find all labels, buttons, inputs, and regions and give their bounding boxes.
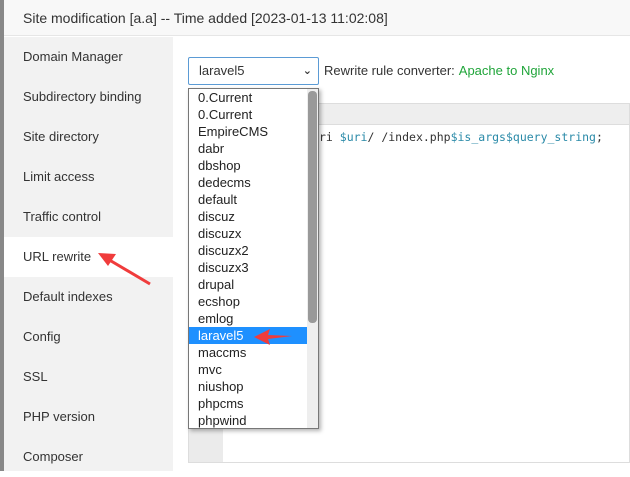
dropdown-option[interactable]: dabr [189, 140, 318, 157]
sidebar-item-domain-manager[interactable]: Domain Manager [4, 37, 173, 77]
annotation-arrow-icon [254, 329, 292, 345]
dropdown-option[interactable]: dedecms [189, 174, 318, 191]
apache-to-nginx-link[interactable]: Apache to Nginx [459, 63, 554, 78]
dropdown-option[interactable]: EmpireCMS [189, 123, 318, 140]
chevron-down-icon: ⌄ [302, 65, 312, 77]
rewrite-options-dropdown[interactable]: 0.Current 0.Current EmpireCMS dabr dbshop ded… [188, 88, 319, 429]
dropdown-option[interactable]: discuzx2 [189, 242, 318, 259]
rewrite-converter: Rewrite rule converter: Apache to Nginx [324, 57, 554, 85]
dropdown-option[interactable]: discuzx3 [189, 259, 318, 276]
annotation-arrow-icon [98, 253, 151, 286]
sidebar-item-traffic-control[interactable]: Traffic control [4, 197, 173, 237]
dropdown-option[interactable]: default [189, 191, 318, 208]
dropdown-option[interactable]: niushop [189, 378, 318, 395]
rewrite-template-select[interactable]: laravel5 ⌄ [188, 57, 319, 85]
sidebar-item-site-directory[interactable]: Site directory [4, 117, 173, 157]
dropdown-option[interactable]: phpcms [189, 395, 318, 412]
dropdown-option[interactable]: dbshop [189, 157, 318, 174]
sidebar-item-composer[interactable]: Composer [4, 437, 173, 477]
dropdown-option[interactable]: discuzx [189, 225, 318, 242]
dropdown-option[interactable]: 0.Current [189, 89, 318, 106]
dropdown-option[interactable]: maccms [189, 344, 318, 361]
dropdown-option[interactable]: phpwind [189, 412, 318, 428]
scrollbar-thumb[interactable] [308, 91, 317, 323]
dialog-title: Site modification [a.a] -- Time added [2… [4, 0, 630, 36]
dropdown-option[interactable]: ecshop [189, 293, 318, 310]
dropdown-option[interactable]: 0.Current [189, 106, 318, 123]
converter-label: Rewrite rule converter: [324, 63, 455, 78]
sidebar-item-php-version[interactable]: PHP version [4, 397, 173, 437]
sidebar-item-limit-access[interactable]: Limit access [4, 157, 173, 197]
dropdown-option[interactable]: discuz [189, 208, 318, 225]
code-line: ri $uri/ /index.php$is_args$query_string… [319, 130, 603, 144]
dropdown-option[interactable]: emlog [189, 310, 318, 327]
dropdown-option[interactable]: mvc [189, 361, 318, 378]
selected-value: laravel5 [199, 63, 245, 78]
dropdown-option[interactable]: drupal [189, 276, 318, 293]
sidebar-item-ssl[interactable]: SSL [4, 357, 173, 397]
dropdown-scrollbar[interactable] [307, 89, 318, 428]
sidebar-item-subdirectory-binding[interactable]: Subdirectory binding [4, 77, 173, 117]
sidebar-item-config[interactable]: Config [4, 317, 173, 357]
